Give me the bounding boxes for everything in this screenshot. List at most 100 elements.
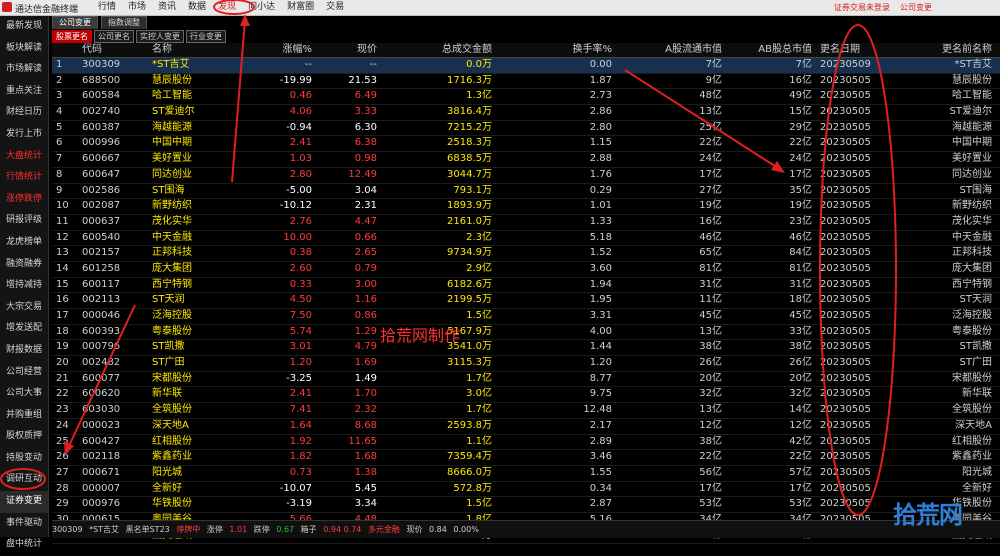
- sidebar-item-7[interactable]: 行情统计: [0, 167, 48, 189]
- table-row[interactable]: 8 600647 同达创业 2.80 12.49 3044.7万 1.76 17亿 17亿 202…: [52, 168, 1000, 184]
- sidebar-item-4[interactable]: 财经日历: [0, 102, 48, 124]
- menu-item-4[interactable]: 发现: [212, 1, 242, 14]
- sidebar-item-1[interactable]: 板块解读: [0, 38, 48, 60]
- cell-total: 18亿: [789, 294, 812, 306]
- cell-cap: 56亿: [699, 466, 722, 478]
- table-row[interactable]: 6 000996 中国中期 2.41 6.38 2518.3万 1.15 22亿 22亿 2023…: [52, 136, 1000, 153]
- table-row[interactable]: 25 600427 红相股份 1.92 11.65 1.1亿 2.89 38亿 42亿 20230…: [52, 435, 1000, 451]
- table-row[interactable]: 19 000796 ST凯撒 3.01 4.79 3541.0万 1.44 38亿 38亿 202…: [52, 340, 1000, 357]
- column-header-8[interactable]: AB股总市值: [742, 43, 812, 57]
- sidebar-item-15[interactable]: 财报数据: [0, 340, 48, 362]
- sidebar-item-13[interactable]: 大宗交易: [0, 297, 48, 319]
- sidebar-item-5[interactable]: 发行上市: [0, 124, 48, 146]
- app-logo-icon: [2, 2, 12, 12]
- column-header-2[interactable]: 名称: [152, 43, 232, 57]
- menu-item-7[interactable]: 交易: [320, 1, 350, 14]
- column-header-6[interactable]: 换手率%: [542, 43, 612, 57]
- menu-item-3[interactable]: 数据: [182, 1, 212, 14]
- table-row[interactable]: 26 002118 紫鑫药业 1.82 1.68 7359.4万 3.46 22亿 22亿 202…: [52, 450, 1000, 466]
- column-header-1[interactable]: 代码: [82, 43, 142, 57]
- top-note[interactable]: 公司变更: [900, 2, 932, 13]
- table-row[interactable]: 22 600620 新华联 2.41 1.70 3.0亿 9.75 32亿 32亿 2023050…: [52, 387, 1000, 404]
- table-row[interactable]: 13 002157 正邦科技 0.38 2.65 9734.9万 1.52 65亿 84亿 202…: [52, 246, 1000, 262]
- cell-name: 深天地A: [152, 419, 189, 431]
- sidebar-item-3[interactable]: 重点关注: [0, 81, 48, 103]
- table-row[interactable]: 17 000046 泛海控股 7.50 0.86 1.5亿 3.31 45亿 45亿 202305…: [52, 309, 1000, 325]
- sidebar-item-11[interactable]: 融资融券: [0, 254, 48, 276]
- sidebar-item-19[interactable]: 股权质押: [0, 426, 48, 448]
- cell-chg: 1.92: [289, 435, 312, 447]
- sidebar-item-16[interactable]: 公司经营: [0, 362, 48, 384]
- tab-sub-3[interactable]: 行业变更: [186, 30, 226, 43]
- table-row[interactable]: 12 600540 中天金融 10.00 0.66 2.3亿 5.18 46亿 46亿 20230…: [52, 231, 1000, 247]
- table-row[interactable]: 10 002087 新野纺织 -10.12 2.31 1893.9万 1.01 19亿 19亿 2…: [52, 199, 1000, 215]
- table-row[interactable]: 9 002586 ST围海 -5.00 3.04 793.1万 0.29 27亿 35亿 2023…: [52, 184, 1000, 200]
- sidebar-item-12[interactable]: 增持减持: [0, 275, 48, 297]
- tab-top-1[interactable]: 指数调整: [101, 16, 147, 29]
- table-row[interactable]: 20 002482 ST广田 1.20 1.69 3115.3万 1.20 26亿 26亿 202…: [52, 356, 1000, 372]
- column-header-4[interactable]: 现价: [317, 43, 377, 57]
- cell-total: 38亿: [789, 341, 812, 353]
- column-header-9[interactable]: 更名日期: [820, 43, 890, 57]
- sidebar-item-8[interactable]: 涨停跌停: [0, 189, 48, 211]
- cell-turn: 2.17: [589, 419, 612, 431]
- sidebar-item-9[interactable]: 研报评级: [0, 210, 48, 232]
- table-row[interactable]: 4 002740 ST爱迪尔 4.06 3.33 3816.4万 2.86 13亿 15亿 202…: [52, 105, 1000, 121]
- login-status[interactable]: 证券交易未登录: [834, 2, 890, 13]
- table-row[interactable]: 14 601258 庞大集团 2.60 0.79 2.9亿 3.60 81亿 81亿 202305…: [52, 262, 1000, 278]
- cell-date: 20230505: [820, 215, 871, 227]
- cell-date: 20230505: [820, 451, 871, 463]
- column-header-7[interactable]: A股流通市值: [652, 43, 722, 57]
- column-header-10[interactable]: 更名前名称: [902, 43, 992, 57]
- table-row[interactable]: 3 600584 哈工智能 0.46 6.49 1.3亿 2.73 48亿 49亿 2023050…: [52, 89, 1000, 106]
- menu-item-0[interactable]: 行情: [92, 1, 122, 14]
- cell-prev: ST广田: [959, 357, 992, 369]
- table-row[interactable]: 21 600077 宋都股份 -3.25 1.49 1.7亿 8.77 20亿 20亿 20230…: [52, 372, 1000, 388]
- sidebar-item-10[interactable]: 龙虎榜单: [0, 232, 48, 254]
- sidebar-item-22[interactable]: 证券变更: [0, 491, 48, 513]
- cell-price: 12.49: [348, 168, 377, 180]
- sidebar-item-18[interactable]: 并购重组: [0, 405, 48, 427]
- menu-item-2[interactable]: 资讯: [152, 1, 182, 14]
- table-row[interactable]: 18 600393 粤泰股份 5.74 1.29 5167.9万 4.00 13亿 33亿 202…: [52, 325, 1000, 341]
- cell-amt: 1.3亿: [466, 90, 492, 102]
- table-row[interactable]: 5 600387 海越能源 -0.94 6.30 7215.2万 2.80 25亿 29亿 202…: [52, 121, 1000, 137]
- sidebar-item-6[interactable]: 大盘统计: [0, 146, 48, 168]
- table-row[interactable]: 11 000637 茂化实华 2.76 4.47 2161.0万 1.33 16亿 23亿 202…: [52, 215, 1000, 231]
- table-row[interactable]: 16 002113 ST天润 4.50 1.16 2199.5万 1.95 11亿 18亿 202…: [52, 293, 1000, 309]
- column-header-5[interactable]: 总成交金额: [412, 43, 492, 57]
- tab-sub-0[interactable]: 股票更名: [52, 30, 92, 43]
- table-row[interactable]: 15 600117 西宁特钢 0.33 3.00 6182.6万 1.94 31亿 31亿 202…: [52, 278, 1000, 294]
- cell-name: ST广田: [152, 357, 185, 369]
- sidebar-item-0[interactable]: 最新发现: [0, 16, 48, 38]
- tab-sub-1[interactable]: 公司更名: [94, 30, 134, 43]
- table-row[interactable]: 24 000023 深天地A 1.64 8.68 2593.8万 2.17 12亿 12亿 202…: [52, 419, 1000, 435]
- table-row[interactable]: 1 300309 *ST吉艾 -- -- 0.0万 0.00 7亿 7亿 20230509 *ST吉…: [52, 58, 1000, 74]
- sidebar-item-17[interactable]: 公司大事: [0, 383, 48, 405]
- cell-price: 11.65: [348, 435, 377, 447]
- sidebar-item-20[interactable]: 持股变动: [0, 448, 48, 470]
- menu-item-6[interactable]: 财富圈: [281, 1, 320, 14]
- table-row[interactable]: 28 000007 全新好 -10.07 5.45 572.8万 0.34 17亿 17亿 202…: [52, 482, 1000, 498]
- cell-total: 20亿: [789, 372, 812, 384]
- cell-prev: *ST吉艾: [954, 59, 992, 70]
- cell-total: 7亿: [795, 59, 812, 70]
- table-row[interactable]: 2 688500 慧辰股份 -19.99 21.53 1716.3万 1.87 9亿 16亿 20…: [52, 74, 1000, 90]
- sidebar-item-23[interactable]: 事件驱动: [0, 513, 48, 535]
- column-header-3[interactable]: 涨幅%: [252, 43, 312, 57]
- cell-prev: 全筑股份: [952, 404, 992, 416]
- tab-sub-2[interactable]: 实控人变更: [136, 30, 184, 43]
- sidebar-item-2[interactable]: 市场解读: [0, 59, 48, 81]
- menu-item-5[interactable]: 问小达: [242, 1, 281, 14]
- table-row[interactable]: 29 000976 华铁股份 -3.19 3.34 1.5亿 2.87 53亿 53亿 20230…: [52, 497, 1000, 513]
- cell-date: 20230505: [820, 294, 871, 306]
- table-row[interactable]: 7 600667 美好置业 1.03 0.98 6838.5万 2.88 24亿 24亿 2023…: [52, 152, 1000, 168]
- tab-top-0[interactable]: 公司变更: [52, 16, 98, 29]
- cell-date: 20230505: [820, 498, 871, 510]
- sidebar-item-14[interactable]: 增发送配: [0, 318, 48, 340]
- table-row[interactable]: 23 603030 全筑股份 7.41 2.32 1.7亿 12.48 13亿 14亿 20230…: [52, 403, 1000, 419]
- sidebar-item-24[interactable]: 盘中统计: [0, 534, 48, 556]
- sidebar-item-21[interactable]: 调研互动: [0, 469, 48, 491]
- menu-item-1[interactable]: 市场: [122, 1, 152, 14]
- table-row[interactable]: 27 000671 阳光城 0.73 1.38 8666.0万 1.55 56亿 57亿 2023…: [52, 466, 1000, 482]
